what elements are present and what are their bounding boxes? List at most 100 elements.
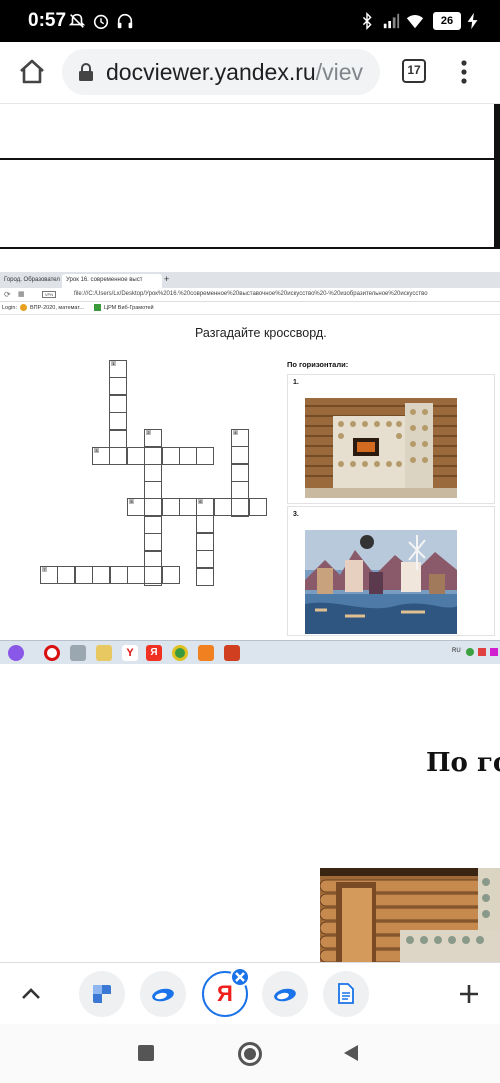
home-icon[interactable]	[16, 56, 48, 88]
crossword-cell	[214, 498, 232, 516]
embedded-tab-active: Урок 16. современное выст	[62, 274, 162, 288]
crossword-cell	[144, 481, 162, 499]
crossword-cell	[196, 515, 214, 533]
lock-icon	[79, 63, 93, 81]
document-icon	[338, 983, 354, 1004]
embedded-tab-strip: Город. Образовател Урок 16. современное …	[0, 272, 500, 288]
crossword-cell: 5	[127, 498, 145, 516]
crossword-cell-number: 2	[146, 430, 151, 435]
embedded-address-bar: ⟳ ▦ VPN file:///C:/Users/Lx/Desktop/Урок…	[0, 288, 500, 302]
browser-toolbar: docviewer.yandex.ru/viev 17	[0, 42, 500, 104]
embedded-reload-icon: ⟳	[4, 290, 11, 299]
url-host: docviewer.yandex.ru	[106, 59, 316, 85]
document-border	[494, 104, 500, 249]
cloud-icon	[152, 988, 174, 1002]
embedded-tab: Город. Образовател	[0, 274, 62, 288]
close-icon	[235, 972, 245, 982]
headphones-icon	[117, 13, 133, 29]
opera-icon	[44, 645, 60, 661]
crossword-cell	[127, 447, 145, 465]
crossword-cell	[109, 447, 127, 465]
chevron-up-icon[interactable]	[20, 985, 42, 1001]
crossword-cell: 1	[109, 360, 127, 378]
home-nav-icon[interactable]	[238, 1042, 262, 1066]
crossword-cell	[109, 377, 127, 395]
crossword-cell: 3	[92, 447, 110, 465]
language-indicator: RU	[452, 648, 461, 654]
crossword-cell	[109, 412, 127, 430]
more-vert-icon[interactable]	[456, 56, 472, 88]
shortcut-button[interactable]	[323, 971, 369, 1017]
clue-number: 1.	[293, 379, 299, 386]
signal-icon	[383, 13, 400, 29]
clue-card: 1.	[287, 374, 495, 504]
document-rule	[0, 247, 500, 249]
crossword-cell-number: 7	[42, 567, 47, 572]
bottom-toolbar: Я	[0, 962, 500, 1024]
embedded-vpn-badge: VPN	[42, 291, 56, 298]
tab-switcher-button[interactable]: 17	[402, 59, 426, 83]
status-time: 0:57	[28, 10, 67, 31]
shortcut-button[interactable]	[262, 971, 308, 1017]
url-text: docviewer.yandex.ru/viev	[106, 59, 363, 86]
crossword-cell	[162, 498, 180, 516]
back-icon[interactable]	[343, 1044, 359, 1062]
crossword-cell	[144, 498, 162, 516]
clues-heading: По горизонтали:	[287, 360, 349, 369]
crossword-cell-number: 6	[198, 499, 203, 504]
wifi-icon	[406, 15, 424, 29]
clue-number: 3.	[293, 511, 299, 518]
crossword-cell	[231, 446, 249, 464]
crossword-cell	[110, 566, 128, 584]
crossword-cell	[162, 447, 180, 465]
crossword-cell	[57, 566, 75, 584]
clue-card: 3.	[287, 506, 495, 636]
close-badge[interactable]	[230, 967, 250, 987]
embedded-address-text: file:///C:/Users/Lx/Desktop/Урок%2016.%2…	[74, 291, 428, 297]
crossword-cell	[231, 498, 249, 516]
app-icon	[198, 645, 214, 661]
crossword-cell	[144, 516, 162, 534]
cloud-icon	[274, 988, 296, 1002]
crossword-cell	[109, 395, 127, 413]
crossword-cell-number: 3	[94, 448, 99, 453]
crossword-cell	[144, 566, 162, 584]
recents-icon[interactable]	[138, 1045, 154, 1061]
crossword-cell	[196, 550, 214, 568]
embedded-bookmark: ЦРМ Виб-Грамотей	[104, 305, 154, 311]
alice-icon	[8, 645, 24, 661]
folder-icon	[96, 645, 112, 661]
bluetooth-icon	[362, 12, 372, 30]
crossword-cell	[144, 447, 162, 465]
shortcut-button[interactable]	[140, 971, 186, 1017]
alarm-icon	[93, 14, 109, 30]
crossword-cell	[196, 447, 214, 465]
chrome-icon	[172, 645, 188, 661]
crossword-title: Разгадайте кроссворд.	[195, 326, 327, 340]
crossword-cell	[196, 568, 214, 586]
app-grid-icon	[93, 985, 111, 1003]
url-path: /viev	[315, 59, 363, 85]
embedded-bookmark-icon	[20, 304, 27, 311]
embedded-bookmark-icon	[94, 304, 101, 311]
crossword-cell	[144, 464, 162, 482]
plus-icon[interactable]	[458, 983, 480, 1005]
embedded-screenshot: Город. Образовател Урок 16. современное …	[0, 272, 500, 664]
crossword-cell: 4	[231, 429, 249, 447]
crossword-cell	[144, 533, 162, 551]
shortcut-button[interactable]	[79, 971, 125, 1017]
crossword-cell: 6	[196, 498, 214, 516]
yandex-browser-icon: Я	[146, 645, 162, 661]
embedded-bookmark: ВПР-2020, математ...	[30, 305, 84, 311]
embedded-bookmark: Login:	[2, 305, 17, 311]
crossword-cell: 7	[40, 566, 58, 584]
url-bar[interactable]: docviewer.yandex.ru/viev	[62, 49, 380, 95]
battery-indicator: 26	[433, 12, 461, 30]
tiled-stove-image	[305, 398, 457, 498]
yandex-icon: Я	[217, 981, 233, 1006]
crossword-cell	[162, 566, 180, 584]
crossword-cell: 2	[144, 429, 162, 447]
tray-icon	[478, 648, 486, 656]
powerpoint-icon	[224, 645, 240, 661]
document-stove-photo	[320, 868, 500, 963]
